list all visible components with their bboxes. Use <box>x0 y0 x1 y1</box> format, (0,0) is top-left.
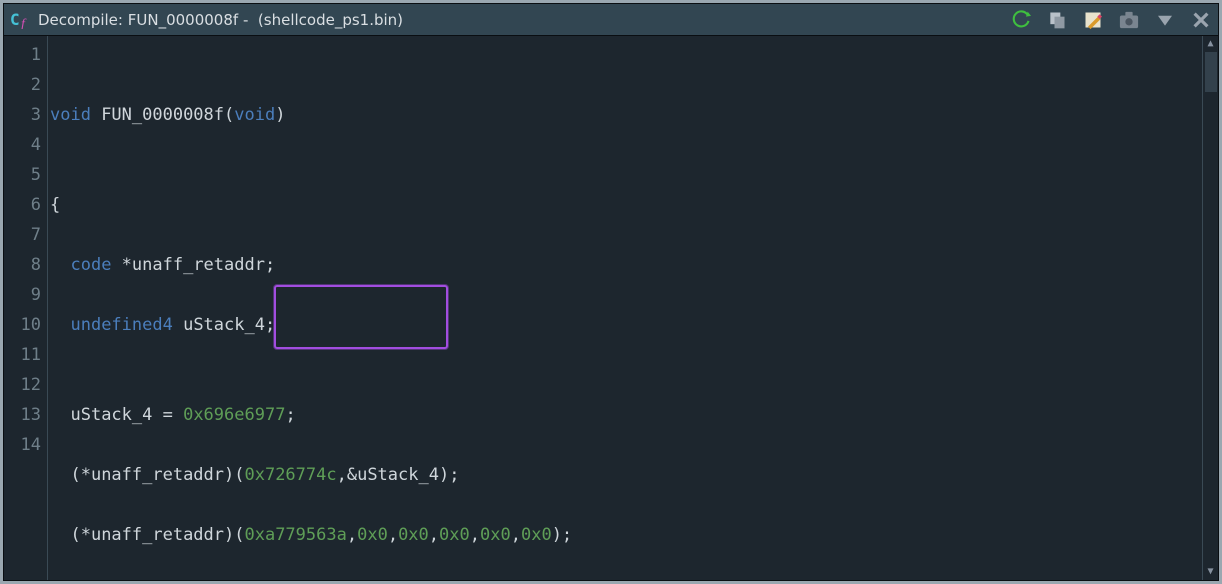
code-area: 1 2 3 4 5 6 7 8 9 10 11 12 13 14 void FU… <box>4 36 1218 580</box>
title-file: (shellcode_ps1.bin) <box>258 11 403 29</box>
line-number: 8 <box>4 250 47 280</box>
code-line: (*unaff_retaddr)(0x726774c,&uStack_4); <box>50 460 1202 490</box>
title-group: C f Decompile: FUN_0000008f - (shellcode… <box>10 11 1002 29</box>
line-number: 3 <box>4 100 47 130</box>
line-number: 11 <box>4 340 47 370</box>
line-gutter: 1 2 3 4 5 6 7 8 9 10 11 12 13 14 <box>4 36 48 580</box>
toolbar <box>1010 9 1212 31</box>
menu-dropdown-icon[interactable] <box>1154 9 1176 31</box>
titlebar: C f Decompile: FUN_0000008f - (shellcode… <box>4 4 1218 36</box>
line-number: 7 <box>4 220 47 250</box>
title-text: Decompile: FUN_0000008f - (shellcode_ps1… <box>38 11 403 29</box>
code-line: void FUN_0000008f(void) <box>50 100 1202 130</box>
line-number: 10 <box>4 310 47 340</box>
line-number: 6 <box>4 190 47 220</box>
refresh-icon[interactable] <box>1010 9 1032 31</box>
decompile-icon: C f <box>10 11 32 29</box>
svg-text:f: f <box>21 17 27 29</box>
code-line: code *unaff_retaddr; <box>50 250 1202 280</box>
line-number: 4 <box>4 130 47 160</box>
code-line: uStack_4 = 0x696e6977; <box>50 400 1202 430</box>
title-func: FUN_0000008f <box>128 11 238 29</box>
scroll-up-icon[interactable]: ▲ <box>1203 36 1218 52</box>
code-line: { <box>50 190 1202 220</box>
copy-icon[interactable] <box>1046 9 1068 31</box>
svg-text:C: C <box>10 11 20 29</box>
line-number: 12 <box>4 370 47 400</box>
line-number: 2 <box>4 70 47 100</box>
code-line: (*unaff_retaddr)(0xa779563a,0x0,0x0,0x0,… <box>50 520 1202 550</box>
scroll-down-icon[interactable]: ▼ <box>1203 564 1218 580</box>
title-sep: - <box>243 11 248 29</box>
vertical-scrollbar[interactable]: ▲ ▼ <box>1202 36 1218 580</box>
title-prefix: Decompile: <box>38 11 123 29</box>
close-icon[interactable] <box>1190 9 1212 31</box>
snapshot-icon[interactable] <box>1118 9 1140 31</box>
line-number: 1 <box>4 40 47 70</box>
code-line: undefined4 uStack_4; <box>50 310 1202 340</box>
line-number: 13 <box>4 400 47 430</box>
line-number: 5 <box>4 160 47 190</box>
scroll-thumb[interactable] <box>1205 52 1217 92</box>
decompile-window: C f Decompile: FUN_0000008f - (shellcode… <box>3 3 1219 581</box>
edit-icon[interactable] <box>1082 9 1104 31</box>
code-text[interactable]: void FUN_0000008f(void) { code *unaff_re… <box>48 36 1202 580</box>
line-number: 9 <box>4 280 47 310</box>
line-number: 14 <box>4 430 47 460</box>
